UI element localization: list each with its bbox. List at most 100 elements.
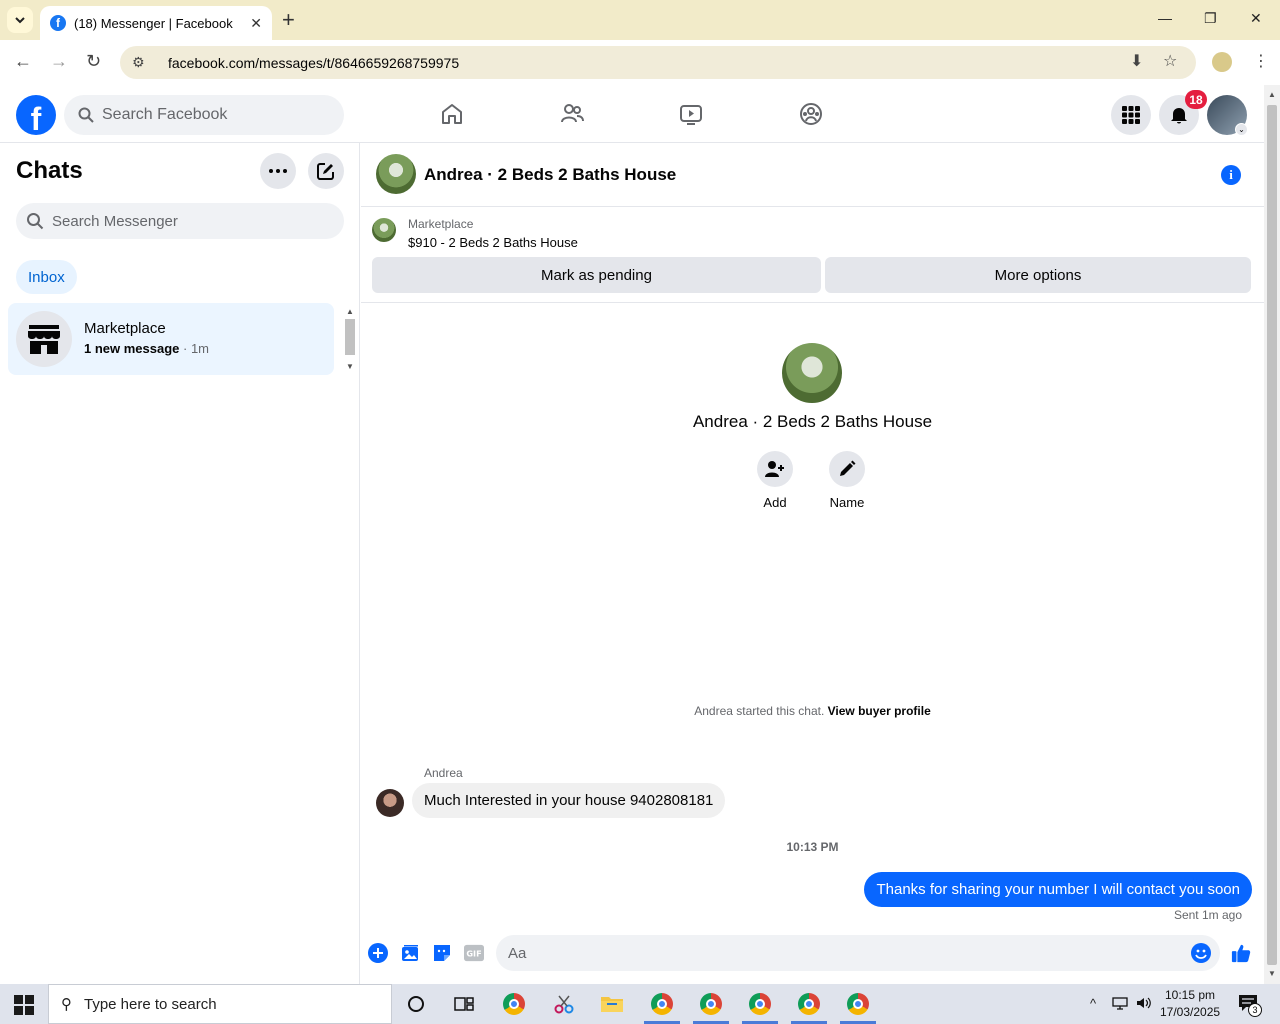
message-input[interactable]: Aa <box>496 935 1220 971</box>
outgoing-message-bubble[interactable]: Thanks for sharing your number I will co… <box>864 872 1252 907</box>
scroll-up-arrow-icon[interactable]: ▲ <box>346 307 354 316</box>
add-label: Add <box>763 495 787 510</box>
home-icon[interactable] <box>437 99 467 129</box>
forward-button[interactable]: → <box>50 51 68 72</box>
facebook-header: f Search Facebook 18 ⌄ <box>0 85 1264 143</box>
close-window-button[interactable]: ✕ <box>1250 10 1262 27</box>
message-sender-name: Andrea <box>424 766 463 780</box>
tab-title: (18) Messenger | Facebook <box>74 15 233 31</box>
task-view-icon[interactable] <box>452 992 476 1016</box>
restore-button[interactable]: ❐ <box>1204 10 1217 27</box>
facebook-search-placeholder: Search Facebook <box>102 106 228 123</box>
chat-started-notice: Andrea started this chat. View buyer pro… <box>361 704 1264 718</box>
messenger-search-input[interactable]: Search Messenger <box>16 203 344 239</box>
bookmark-star-icon[interactable]: ☆ <box>1163 51 1177 71</box>
photo-icon[interactable] <box>400 943 420 963</box>
emoji-icon[interactable] <box>1191 943 1211 963</box>
tab-close-icon[interactable]: ✕ <box>250 15 262 32</box>
add-person-icon <box>757 451 793 487</box>
inbox-filter-tab[interactable]: Inbox <box>16 260 77 294</box>
snipping-tool-icon[interactable] <box>552 992 576 1016</box>
chevron-down-icon <box>15 17 25 24</box>
taskbar-search-input[interactable]: ⚲ Type here to search <box>48 984 392 1024</box>
new-message-button[interactable] <box>308 153 344 189</box>
watch-video-icon[interactable] <box>676 99 706 129</box>
chrome-profile-3-icon[interactable] <box>748 992 772 1016</box>
minimize-button[interactable]: — <box>1158 10 1172 26</box>
menu-grid-button[interactable] <box>1111 95 1151 135</box>
chats-title: Chats <box>16 157 83 184</box>
listing-thumbnail[interactable] <box>372 218 396 242</box>
site-settings-icon[interactable]: ⚙ <box>132 54 150 71</box>
chat-list-scrollbar[interactable]: ▲ ▼ <box>343 303 357 375</box>
view-buyer-profile-link[interactable]: View buyer profile <box>828 704 931 718</box>
scroll-up-arrow-icon[interactable]: ▲ <box>1268 90 1276 99</box>
conversation-panel: Andrea · 2 Beds 2 Baths House i Marketpl… <box>361 143 1264 984</box>
windows-taskbar: ⚲ Type here to search ^ 10:15 pm 17/03/2… <box>0 984 1280 1024</box>
tab-search-button[interactable] <box>7 7 33 33</box>
conversation-title[interactable]: Andrea · 2 Beds 2 Baths House <box>424 165 676 185</box>
cortana-circle-icon[interactable] <box>404 992 428 1016</box>
message-composer: GIF Aa <box>361 933 1264 973</box>
svg-text:GIF: GIF <box>466 949 481 959</box>
scroll-down-arrow-icon[interactable]: ▼ <box>346 362 354 371</box>
facebook-logo-icon[interactable]: f <box>16 95 56 135</box>
chrome-icon[interactable] <box>502 992 526 1016</box>
taskbar-clock[interactable]: 10:15 pm 17/03/2025 <box>1160 987 1220 1021</box>
chrome-profile-4-icon[interactable] <box>797 992 821 1016</box>
chat-time: · 1m <box>179 341 210 356</box>
compose-icon <box>317 163 334 180</box>
listing-title[interactable]: $910 - 2 Beds 2 Baths House <box>408 235 578 250</box>
windows-start-icon[interactable] <box>14 995 34 1015</box>
reload-button[interactable]: ↻ <box>86 51 101 72</box>
message-timestamp: 10:13 PM <box>786 840 839 854</box>
sent-status: Sent 1m ago <box>1173 908 1242 922</box>
thumbs-up-icon[interactable] <box>1231 943 1251 963</box>
incoming-message-bubble[interactable]: Much Interested in your house 9402808181 <box>412 783 726 818</box>
pencil-icon <box>829 451 865 487</box>
search-icon <box>78 107 94 123</box>
groups-icon[interactable] <box>796 99 826 129</box>
add-people-action[interactable]: Add <box>745 451 805 510</box>
chrome-profile-2-icon[interactable] <box>699 992 723 1016</box>
chat-list-item[interactable]: Marketplace 1 new message · 1m <box>8 303 334 375</box>
tray-chevron-up-icon[interactable]: ^ <box>1090 996 1096 1011</box>
page-scrollbar[interactable]: ▲ ▼ <box>1264 85 1280 984</box>
action-center-icon[interactable]: 3 <box>1238 994 1262 1017</box>
account-chevron-icon[interactable]: ⌄ <box>1235 123 1248 136</box>
profile-avatar[interactable] <box>782 343 842 403</box>
facebook-search-input[interactable]: Search Facebook <box>64 95 344 135</box>
url-field[interactable]: ⚙ facebook.com/messages/t/86466592687599… <box>120 46 1196 79</box>
new-tab-button[interactable]: + <box>282 8 295 32</box>
marketplace-listing-bar: Marketplace $910 - 2 Beds 2 Baths House … <box>361 207 1264 303</box>
scroll-down-arrow-icon[interactable]: ▼ <box>1268 969 1276 978</box>
install-app-icon[interactable]: ⬇ <box>1130 51 1143 71</box>
volume-icon[interactable] <box>1136 996 1152 1013</box>
network-icon[interactable] <box>1112 996 1128 1013</box>
edit-name-action[interactable]: Name <box>817 451 877 510</box>
bell-icon <box>1171 108 1187 124</box>
chat-name: Marketplace <box>84 320 166 337</box>
browser-profile-icon[interactable] <box>1212 52 1232 72</box>
sender-avatar[interactable] <box>376 789 404 817</box>
chrome-profile-1-icon[interactable] <box>650 992 674 1016</box>
chat-list-scrollbar-thumb[interactable] <box>345 319 355 355</box>
chat-options-button[interactable] <box>260 153 296 189</box>
browser-menu-icon[interactable]: ⋮ <box>1253 51 1269 71</box>
mark-as-pending-button[interactable]: Mark as pending <box>372 257 821 293</box>
chrome-profile-5-icon[interactable] <box>846 992 870 1016</box>
more-options-button[interactable]: More options <box>825 257 1251 293</box>
file-explorer-icon[interactable] <box>600 992 624 1016</box>
chat-preview: 1 new message · 1m <box>84 341 209 356</box>
sticker-icon[interactable] <box>432 943 452 963</box>
browser-tab[interactable]: f (18) Messenger | Facebook ✕ <box>40 6 272 40</box>
back-button[interactable]: ← <box>14 51 32 72</box>
facebook-favicon-icon: f <box>50 15 66 31</box>
url-text: facebook.com/messages/t/8646659268759975 <box>168 54 460 71</box>
plus-circle-icon[interactable] <box>368 943 388 963</box>
friends-icon[interactable] <box>557 99 587 129</box>
page-scrollbar-thumb[interactable] <box>1267 105 1277 965</box>
gif-icon[interactable]: GIF <box>464 943 484 963</box>
info-icon[interactable]: i <box>1221 165 1241 185</box>
conversation-avatar[interactable] <box>376 154 416 194</box>
